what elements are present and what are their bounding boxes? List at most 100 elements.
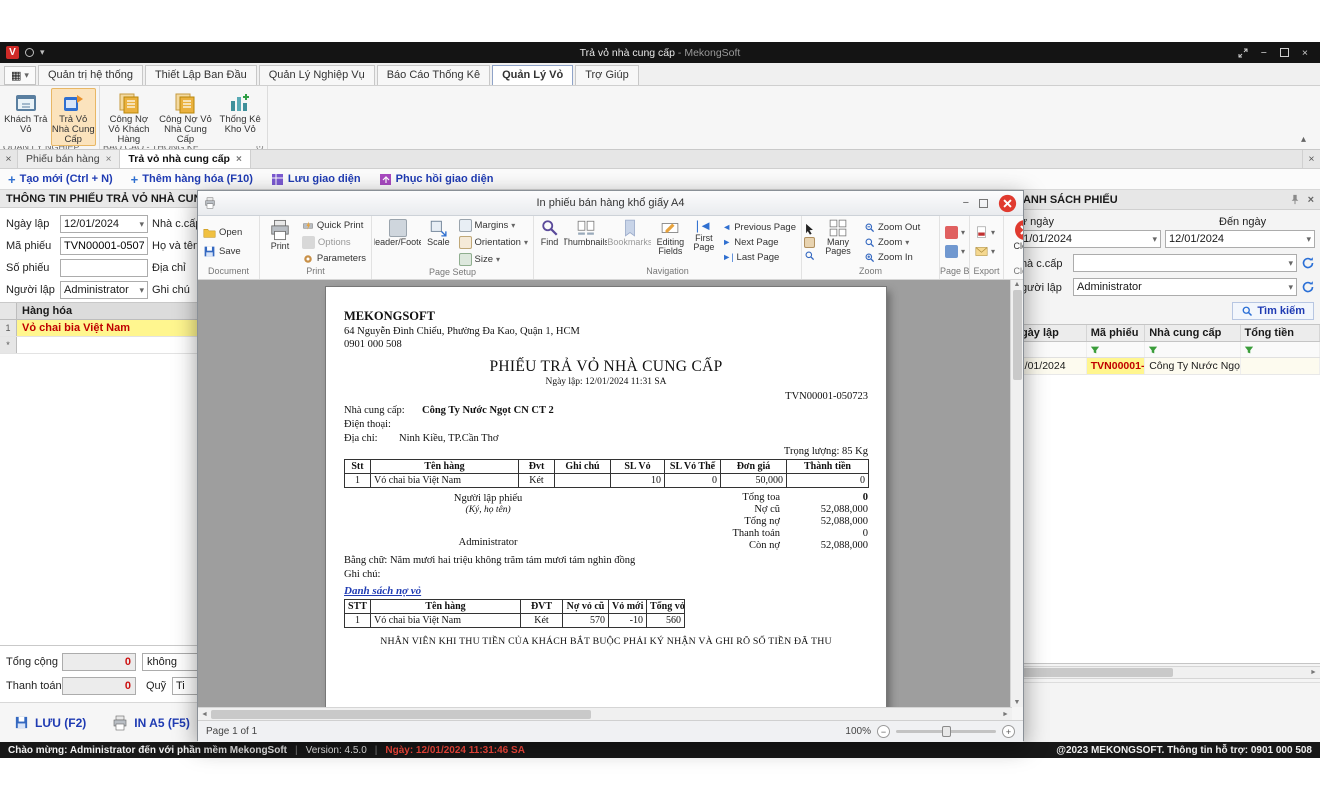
minimize-icon[interactable]: −	[1261, 47, 1267, 59]
thumbnails-button[interactable]: Thumbnails	[564, 218, 607, 266]
zoom-slider[interactable]	[896, 730, 996, 733]
refresh-icon[interactable]	[1301, 256, 1315, 270]
watermark-button[interactable]: ▾	[942, 244, 968, 259]
cong-no-vo-nha-cung-cap-button[interactable]: Công Nợ Vỏ Nhà Cung Cấp	[157, 88, 215, 146]
zoom-out-icon[interactable]: −	[877, 725, 890, 738]
restore-layout-button[interactable]: Phục hồi giao diện	[379, 173, 494, 186]
close-tab-icon[interactable]: ×	[0, 150, 18, 168]
cong-no-vo-khach-hang-button[interactable]: Công Nợ Vỏ Khách Hàng	[103, 88, 155, 146]
zoom-out-button[interactable]: Zoom Out	[861, 221, 923, 234]
scroll-down-icon[interactable]: ▼	[1014, 699, 1021, 706]
find-button[interactable]: Find	[536, 218, 563, 266]
cell-tong-tien[interactable]	[1241, 358, 1320, 374]
cell-nha-cung-cap[interactable]: Công Ty Nước Ngọt ...	[1145, 358, 1240, 374]
previous-page-button[interactable]: ◄ Previous Page	[719, 221, 799, 234]
zoom-in-button[interactable]: Zoom In	[861, 251, 923, 264]
so-phieu-input[interactable]	[60, 259, 148, 277]
zoom-slider-thumb[interactable]	[942, 726, 951, 737]
scrollbar-thumb[interactable]	[1023, 668, 1173, 677]
horizontal-scrollbar[interactable]: ◄ ►	[1009, 666, 1320, 679]
scrollbar-thumb[interactable]	[211, 710, 591, 719]
ribbon-tab-thiet-lap-ban-dau[interactable]: Thiết Lập Ban Đầu	[145, 65, 257, 85]
cell-ma-phieu[interactable]: TVN00001-...	[1087, 358, 1145, 374]
filter-cell[interactable]	[1145, 342, 1240, 357]
search-button[interactable]: Tìm kiếm	[1232, 302, 1314, 320]
ribbon-tab-tro-giup[interactable]: Trợ Giúp	[575, 65, 638, 85]
send-email-button[interactable]: ▾	[972, 244, 998, 259]
size-button[interactable]: Size ▾	[456, 252, 532, 267]
close-icon[interactable]: ×	[236, 154, 242, 165]
last-page-button[interactable]: ►| Last Page	[719, 251, 799, 264]
fullscreen-icon[interactable]	[1238, 48, 1248, 58]
minimize-icon[interactable]: −	[963, 197, 969, 209]
ribbon-tab-quan-ly-nghiep-vu[interactable]: Quản Lý Nghiệp Vụ	[259, 65, 375, 85]
add-item-button[interactable]: + Thêm hàng hóa (F10)	[131, 172, 253, 187]
print-button[interactable]: Print	[262, 218, 298, 266]
dialog-launcher-icon[interactable]: ⊙	[256, 146, 264, 149]
maximize-icon[interactable]	[1280, 48, 1289, 57]
ribbon-tab-quan-tri-he-thong[interactable]: Quản trị hệ thống	[38, 65, 143, 85]
scrollbar-thumb[interactable]	[1013, 290, 1022, 380]
vertical-scrollbar[interactable]: ▲ ▼	[1010, 280, 1023, 707]
filter-cell[interactable]	[1241, 342, 1320, 357]
magnifier-tool-icon[interactable]	[804, 250, 815, 261]
bookmarks-button[interactable]: Bookmarks	[608, 218, 651, 266]
scale-button[interactable]: Scale	[422, 218, 454, 267]
parameters-button[interactable]: Parameters	[299, 252, 369, 266]
hand-tool-icon[interactable]	[804, 237, 815, 248]
close-icon[interactable]: ×	[1302, 47, 1308, 59]
nguoi-lap-combo[interactable]: Administrator ▾	[60, 281, 148, 299]
page-color-button[interactable]: ▾	[942, 225, 968, 240]
scroll-right-icon[interactable]: ►	[1307, 667, 1320, 678]
zoom-in-icon[interactable]: +	[1002, 725, 1015, 738]
options-button[interactable]: Options	[299, 235, 369, 250]
pointer-tool-icon[interactable]	[804, 223, 815, 235]
tab-phieu-ban-hang[interactable]: Phiếu bán hàng ×	[18, 150, 120, 168]
quick-print-button[interactable]: Quick Print	[299, 219, 369, 233]
scroll-left-icon[interactable]: ◄	[198, 709, 211, 720]
ribbon-collapse-icon[interactable]: ▴	[1301, 134, 1306, 145]
tab-tra-vo-nha-cung-cap[interactable]: Trả vỏ nhà cung cấp ×	[120, 150, 250, 168]
open-button[interactable]: Open	[200, 225, 245, 240]
orientation-button[interactable]: Orientation ▾	[456, 235, 532, 250]
close-preview-button[interactable]: Close	[1012, 218, 1023, 266]
quick-access-caret-icon[interactable]: ▾	[40, 47, 45, 58]
table-row[interactable]: 12/01/2024 TVN00001-... Công Ty Nước Ngọ…	[1009, 358, 1320, 375]
refresh-icon[interactable]	[1301, 280, 1315, 294]
many-pages-button[interactable]: Many Pages	[816, 218, 860, 266]
maximize-icon[interactable]	[979, 199, 988, 208]
pin-icon[interactable]	[1290, 194, 1300, 205]
column-header-nha-cung-cap[interactable]: Nhà cung cấp	[1145, 325, 1240, 341]
margins-button[interactable]: Margins ▾	[456, 218, 532, 233]
column-header-tong-tien[interactable]: Tổng tiền	[1241, 325, 1320, 341]
khach-tra-vo-button[interactable]: Khách Trả Vỏ	[3, 88, 49, 146]
thong-ke-kho-vo-button[interactable]: Thống Kê Kho Vỏ	[216, 88, 264, 146]
ngay-lap-combo[interactable]: 12/01/2024 ▾	[60, 215, 148, 233]
app-menu-button[interactable]: ▦ ▾	[4, 66, 36, 85]
tra-vo-nha-cung-cap-button[interactable]: Trả Vỏ Nhà Cung Cấp	[51, 88, 97, 146]
nguoi-lap-filter-combo[interactable]: Administrator ▾	[1073, 278, 1297, 296]
filter-cell[interactable]	[1087, 342, 1145, 357]
export-document-button[interactable]: ▾	[972, 225, 998, 240]
horizontal-scrollbar[interactable]: ◄ ►	[198, 707, 1012, 720]
preview-surface[interactable]: MEKONGSOFT 64 Nguyễn Đình Chiểu, Phường …	[198, 280, 1023, 707]
ribbon-tab-quan-ly-vo[interactable]: Quản Lý Vỏ	[492, 65, 573, 85]
ribbon-tab-bao-cao-thong-ke[interactable]: Báo Cáo Thống Kê	[377, 65, 490, 85]
ma-phieu-input[interactable]	[60, 237, 148, 255]
scroll-right-icon[interactable]: ►	[999, 709, 1012, 720]
next-page-button[interactable]: ► Next Page	[719, 236, 799, 249]
save-layout-button[interactable]: Lưu giao diện	[271, 173, 361, 186]
close-icon[interactable]	[998, 194, 1017, 213]
den-ngay-combo[interactable]: 12/01/2024 ▾	[1165, 230, 1315, 248]
save-button[interactable]: Save	[200, 244, 245, 259]
first-page-button[interactable]: |◄ First Page	[689, 218, 718, 266]
save-button[interactable]: LƯU (F2)	[14, 715, 86, 730]
print-a5-button[interactable]: IN A5 (F5)	[112, 715, 190, 731]
new-record-button[interactable]: + Tạo mới (Ctrl + N)	[8, 172, 113, 187]
zoom-button[interactable]: Zoom ▾	[861, 236, 923, 249]
quick-access-icon[interactable]	[25, 48, 34, 57]
editing-fields-button[interactable]: Editing Fields	[652, 218, 688, 266]
close-icon[interactable]: ×	[1308, 194, 1314, 206]
dialog-titlebar[interactable]: In phiếu bán hàng khổ giấy A4 −	[198, 191, 1023, 216]
header-footer-button[interactable]: Header/Footer	[374, 218, 421, 267]
